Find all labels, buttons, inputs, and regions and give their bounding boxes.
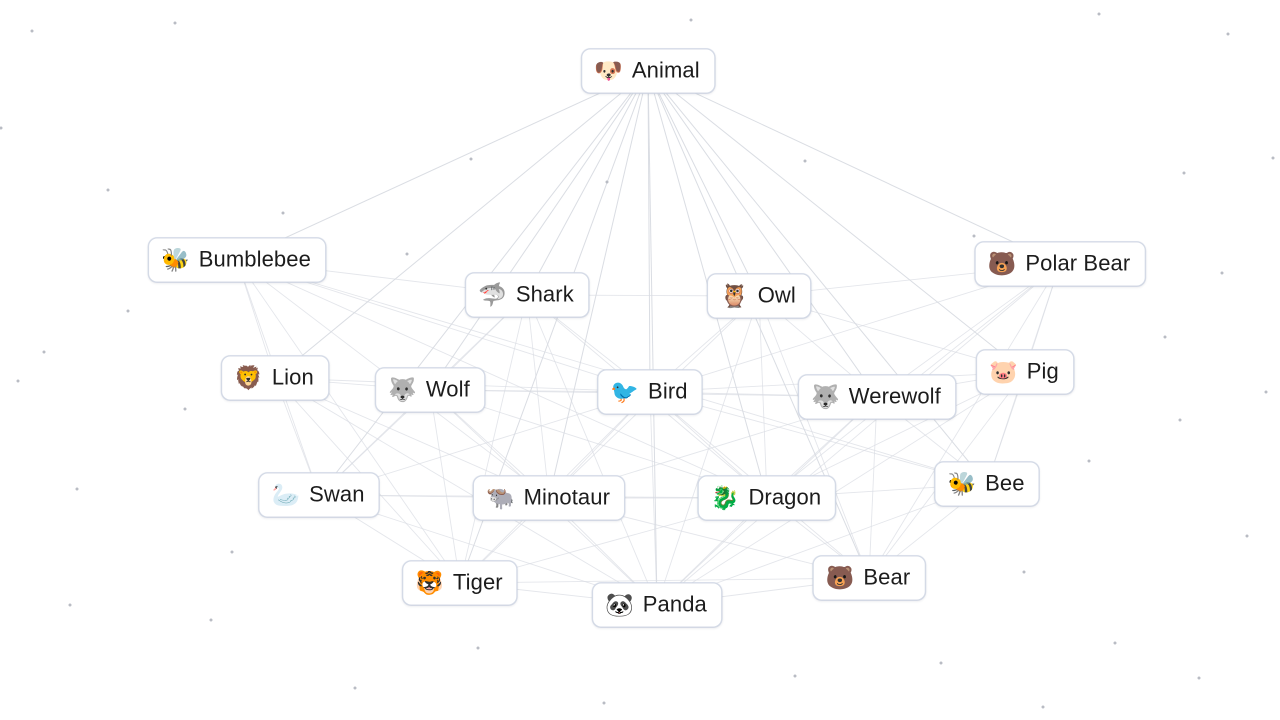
graph-node-label: Shark: [515, 281, 574, 307]
graph-node-bee[interactable]: 🐝 Bee: [934, 461, 1040, 507]
graph-node-animal[interactable]: 🐶 Animal: [581, 48, 715, 94]
bear-face-emoji: 🐻: [987, 250, 1017, 277]
graph-node-label: Dragon: [748, 484, 822, 510]
graph-node-label: Minotaur: [523, 484, 611, 510]
graph-node-panda[interactable]: 🐼 Panda: [592, 582, 722, 628]
bird-emoji: 🐦: [610, 378, 640, 405]
graph-node-pig[interactable]: 🐷 Pig: [976, 349, 1074, 395]
lion-face-emoji: 🦁: [234, 364, 263, 391]
bear-face-emoji: 🐻: [825, 564, 855, 591]
graph-node-lion[interactable]: 🦁 Lion: [221, 355, 329, 401]
node-layer[interactable]: 🐶 Animal 🐝 Bumblebee 🐻 Polar Bear 🦈 Shark 🦉 Owl 🦁 L…: [0, 0, 1280, 720]
graph-node-label: Bear: [863, 564, 911, 590]
graph-canvas[interactable]: 🐶 Animal 🐝 Bumblebee 🐻 Polar Bear 🦈 Shark 🦉 Owl 🦁 L…: [0, 0, 1280, 720]
graph-node-label: Bumblebee: [198, 246, 311, 272]
graph-node-polar_bear[interactable]: 🐻 Polar Bear: [974, 241, 1146, 287]
graph-node-werewolf[interactable]: 🐺 Werewolf: [798, 374, 956, 420]
graph-node-bumblebee[interactable]: 🐝 Bumblebee: [148, 237, 326, 283]
graph-node-label: Bird: [648, 378, 688, 404]
graph-node-swan[interactable]: 🦢 Swan: [258, 472, 380, 518]
graph-node-minotaur[interactable]: 🐃 Minotaur: [472, 475, 626, 521]
graph-node-bird[interactable]: 🐦 Bird: [597, 369, 703, 415]
tiger-face-emoji: 🐯: [415, 569, 444, 596]
graph-node-dragon[interactable]: 🐉 Dragon: [697, 475, 837, 521]
dog-face-emoji: 🐶: [594, 57, 623, 84]
wolf-face-emoji: 🐺: [388, 376, 417, 403]
graph-node-label: Panda: [642, 591, 707, 617]
graph-node-label: Bee: [985, 470, 1025, 496]
graph-node-label: Werewolf: [848, 383, 941, 409]
graph-node-shark[interactable]: 🦈 Shark: [465, 272, 589, 318]
shark-emoji: 🦈: [478, 281, 507, 308]
wolf-face-emoji: 🐺: [811, 383, 840, 410]
graph-node-label: Pig: [1026, 358, 1059, 384]
graph-node-tiger[interactable]: 🐯 Tiger: [402, 560, 518, 606]
swan-emoji: 🦢: [271, 481, 301, 508]
graph-node-owl[interactable]: 🦉 Owl: [707, 273, 811, 319]
graph-node-bear[interactable]: 🐻 Bear: [812, 555, 926, 601]
graph-node-label: Animal: [631, 57, 700, 83]
panda-emoji: 🐼: [605, 591, 634, 618]
graph-node-wolf[interactable]: 🐺 Wolf: [375, 367, 485, 413]
ox-emoji: 🐃: [485, 484, 515, 511]
dragon-emoji: 🐉: [710, 484, 740, 511]
pig-face-emoji: 🐷: [989, 358, 1018, 385]
graph-node-label: Tiger: [452, 569, 503, 595]
graph-node-label: Wolf: [425, 376, 470, 402]
graph-node-label: Polar Bear: [1025, 250, 1131, 276]
graph-node-label: Lion: [271, 364, 314, 390]
honeybee-emoji: 🐝: [947, 470, 977, 497]
graph-node-label: Swan: [309, 481, 365, 507]
honeybee-emoji: 🐝: [161, 246, 190, 273]
owl-emoji: 🦉: [720, 282, 749, 309]
graph-node-label: Owl: [757, 282, 796, 308]
